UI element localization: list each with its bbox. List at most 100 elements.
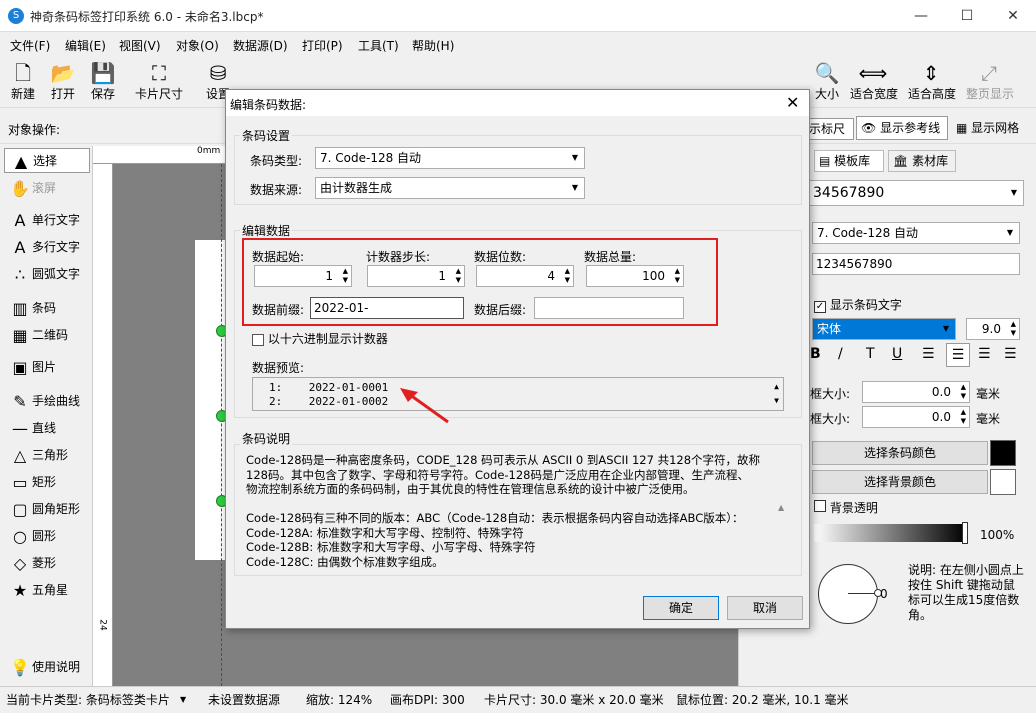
tool-qrcode[interactable]: ▦ 二维码 xyxy=(4,323,90,348)
menu-tools[interactable]: 工具(T) xyxy=(358,37,399,54)
rotation-dial[interactable] xyxy=(818,564,878,624)
prefix-input[interactable]: 2022-01- xyxy=(310,297,464,319)
maximize-icon[interactable]: ☐ xyxy=(944,0,990,32)
help-icon: 💡 xyxy=(10,658,30,677)
tool-barcode[interactable]: ▥ 条码 xyxy=(4,296,90,321)
description-text: Code-128码是一种高密度条码，CODE_128 码可表示从 ASCII 0… xyxy=(246,453,761,569)
tool-rounded-rect[interactable]: ▢ 圆角矩形 xyxy=(4,497,90,522)
ok-button[interactable]: 确定 xyxy=(643,596,719,620)
tool-label: 图片 xyxy=(32,360,57,374)
chevron-down-icon: ▼ xyxy=(571,153,578,162)
align-left-icon[interactable]: ☰ xyxy=(922,346,935,362)
value-combo[interactable]: 34567890 ▼ xyxy=(808,180,1024,206)
minimize-icon[interactable]: — xyxy=(898,0,944,32)
prefix-label: 数据前缀: xyxy=(252,303,305,317)
tool-circle[interactable]: ○ 圆形 xyxy=(4,524,90,549)
align-center-icon[interactable]: ☰ xyxy=(946,343,970,367)
chevron-down-icon: ▼ xyxy=(180,695,187,704)
justify-icon[interactable]: ☰ xyxy=(1004,346,1017,362)
show-ruler-toggle[interactable]: 示标尺 xyxy=(808,118,854,140)
scrollbar[interactable]: ▲▼ xyxy=(778,458,784,658)
italic-icon[interactable]: / xyxy=(838,346,843,362)
frame-size-stepper[interactable]: 0.0 ▲ ▼ xyxy=(862,381,970,403)
font-size-stepper[interactable]: 9.0 ▲ ▼ xyxy=(966,318,1020,340)
tool-help[interactable]: 💡 使用说明 xyxy=(4,655,90,680)
menu-print[interactable]: 打印(P) xyxy=(302,37,343,54)
bold-icon[interactable]: B xyxy=(810,346,821,362)
tool-image[interactable]: ▣ 图片 xyxy=(4,355,90,380)
tab-assets[interactable]: 🏛 素材库 xyxy=(888,150,956,172)
database-icon: ⛁ xyxy=(209,61,227,85)
status-card-type[interactable]: 当前卡片类型: 条码标签类卡片 xyxy=(6,691,170,708)
choose-barcode-color-button[interactable]: 选择条码颜色 xyxy=(812,441,988,465)
bg-color-swatch[interactable] xyxy=(990,469,1016,495)
tool-freehand[interactable]: ✎ 手绘曲线 xyxy=(4,389,90,414)
data-source-select[interactable]: 由计数器生成 ▼ xyxy=(315,177,585,199)
strike-icon[interactable]: T xyxy=(866,346,875,362)
list-item: 1: 2022-01-0001 xyxy=(269,381,389,394)
tool-arc-text[interactable]: ∴ 圆弧文字 xyxy=(4,262,90,287)
tab-templates[interactable]: ▤ 模板库 xyxy=(814,150,884,172)
cancel-button[interactable]: 取消 xyxy=(727,596,803,620)
opacity-slider[interactable] xyxy=(814,524,966,542)
barcode-data-field[interactable]: 1234567890 xyxy=(812,253,1020,275)
tool-rectangle[interactable]: ▭ 矩形 xyxy=(4,470,90,495)
total-label: 数据总量: xyxy=(584,250,637,264)
barcode-type-select[interactable]: 7. Code-128 自动 ▼ xyxy=(812,222,1020,244)
ruler-left: 24 xyxy=(93,164,113,686)
menu-help[interactable]: 帮助(H) xyxy=(412,37,454,54)
show-guides-toggle[interactable]: 👁 显示参考线 xyxy=(856,116,948,140)
opacity-slider-thumb[interactable] xyxy=(962,522,968,544)
tool-diamond[interactable]: ◇ 菱形 xyxy=(4,551,90,576)
choose-bg-color-button[interactable]: 选择背景颜色 xyxy=(812,470,988,494)
font-select[interactable]: 宋体 ▼ xyxy=(812,318,956,340)
menu-view[interactable]: 视图(V) xyxy=(119,37,161,54)
menu-file[interactable]: 文件(F) xyxy=(10,37,50,54)
suffix-input[interactable] xyxy=(534,297,684,319)
tool-multi-text[interactable]: A 多行文字 xyxy=(4,235,90,260)
tool-triangle[interactable]: △ 三角形 xyxy=(4,443,90,468)
dialog-close-icon[interactable]: ✕ xyxy=(786,93,799,112)
preview-label: 数据预览: xyxy=(252,361,305,375)
save-button[interactable]: 💾 保存 xyxy=(80,60,126,106)
hex-checkbox[interactable]: 以十六进制显示计数器 xyxy=(252,330,388,347)
fit-width-button[interactable]: ⟺ 适合宽度 xyxy=(850,60,898,106)
menu-datasource[interactable]: 数据源(D) xyxy=(233,37,288,54)
frame-size-label: 框大小: xyxy=(810,412,851,426)
show-text-checkbox[interactable]: ✓ 显示条码文字 xyxy=(814,296,902,313)
bg-transparent-checkbox[interactable]: 背景透明 xyxy=(814,499,878,516)
zoom-fit-button[interactable]: 🔍 大小 xyxy=(804,60,850,106)
close-icon[interactable]: ✕ xyxy=(990,0,1036,32)
barcode-color-swatch[interactable] xyxy=(990,440,1016,466)
step-stepper[interactable]: 1 ▲ ▼ xyxy=(367,265,465,287)
tool-single-text[interactable]: A 单行文字 xyxy=(4,208,90,233)
start-stepper[interactable]: 1 ▲ ▼ xyxy=(254,265,352,287)
tool-line[interactable]: — 直线 xyxy=(4,416,90,441)
tool-select[interactable]: ▲ 选择 xyxy=(4,148,90,173)
card-size-button[interactable]: ⛶ 卡片尺寸 xyxy=(134,60,184,106)
fit-height-button[interactable]: ⇕ 适合高度 xyxy=(908,60,956,106)
stepper-arrows-icon: ▲ ▼ xyxy=(674,267,680,284)
scroll-arrows-icon[interactable]: ▲ ▼ xyxy=(774,380,779,408)
menu-object[interactable]: 对象(O) xyxy=(176,37,219,54)
frame-size-stepper[interactable]: 0.0 ▲ ▼ xyxy=(862,406,970,428)
app-icon: S xyxy=(8,8,24,24)
barcode-type-select[interactable]: 7. Code-128 自动 ▼ xyxy=(315,147,585,169)
menu-edit[interactable]: 编辑(E) xyxy=(65,37,106,54)
triangle-icon: △ xyxy=(13,446,27,465)
group-title: 编辑数据 xyxy=(240,222,293,239)
digits-stepper[interactable]: 4 ▲ ▼ xyxy=(476,265,574,287)
dialog-title: 编辑条码数据: xyxy=(230,98,307,112)
stepper-arrows-icon: ▲ ▼ xyxy=(342,267,348,284)
tool-label: 矩形 xyxy=(32,475,57,489)
align-right-icon[interactable]: ☰ xyxy=(978,346,991,362)
total-stepper[interactable]: 100 ▲ ▼ xyxy=(586,265,684,287)
underline-icon[interactable]: U xyxy=(892,346,902,362)
tool-scroll[interactable]: ✋ 滚屏 xyxy=(4,176,90,201)
diamond-icon: ◇ xyxy=(13,554,27,573)
show-grid-toggle[interactable]: ▦ 显示网格 xyxy=(956,119,1019,136)
tool-star[interactable]: ★ 五角星 xyxy=(4,578,90,603)
preview-list[interactable]: 1: 2022-01-0001 2: 2022-01-0002 ▲ ▼ xyxy=(252,377,784,411)
stepper-arrows-icon: ▲ ▼ xyxy=(960,408,966,425)
full-page-button[interactable]: ⤢ 整页显示 xyxy=(966,60,1014,106)
